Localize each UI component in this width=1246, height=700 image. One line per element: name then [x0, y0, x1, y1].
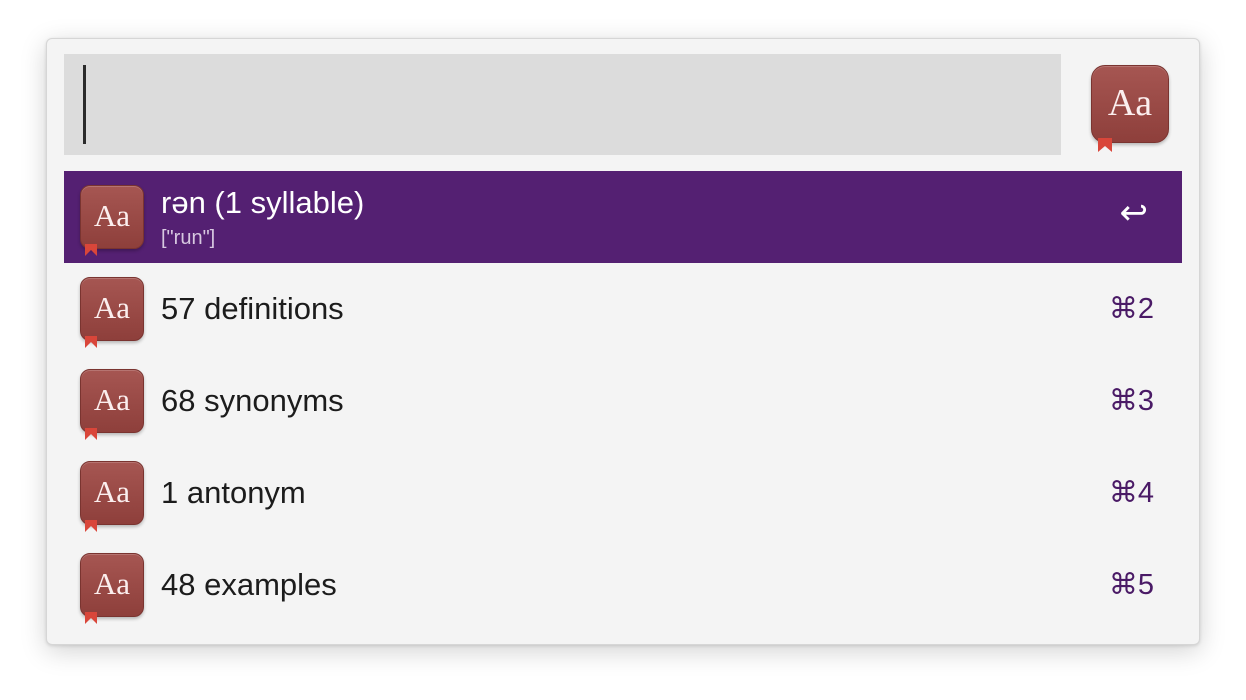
result-row-pronunciation[interactable]: Aa rən (1 syllable) ["run"] ↩ [64, 171, 1182, 263]
bookmark-ribbon-icon [85, 336, 97, 348]
result-shortcut: ⌘3 [1108, 385, 1154, 417]
text-caret [83, 65, 86, 144]
dictionary-icon-text: Aa [93, 566, 131, 601]
dictionary-icon-text: Aa [93, 290, 131, 325]
dictionary-icon: Aa [80, 369, 144, 440]
result-title: 68 synonyms [161, 383, 344, 418]
result-shortcut: ⌘5 [1108, 569, 1154, 601]
bookmark-ribbon-icon [1098, 138, 1112, 152]
dictionary-icon: Aa [80, 461, 144, 532]
search-input[interactable] [64, 54, 1061, 155]
result-title: rən (1 syllable) [161, 185, 365, 220]
result-row-definitions[interactable]: Aa 57 definitions ⌘2 [64, 263, 1182, 355]
result-title: 48 examples [161, 567, 337, 602]
dictionary-icon-text: Aa [93, 198, 131, 233]
bookmark-ribbon-icon [85, 428, 97, 440]
result-row-antonyms[interactable]: Aa 1 antonym ⌘4 [64, 447, 1182, 539]
result-row-synonyms[interactable]: Aa 68 synonyms ⌘3 [64, 355, 1182, 447]
dictionary-icon: Aa [80, 553, 144, 624]
dictionary-app-icon: Aa [1091, 65, 1169, 152]
launcher-window: Aa Aa rən (1 syllable) ["run"] ↩ Aa 57 d… [46, 38, 1200, 645]
result-row-examples[interactable]: Aa 48 examples ⌘5 [64, 539, 1182, 631]
dictionary-icon: Aa [80, 185, 144, 256]
dictionary-icon-text: Aa [93, 474, 131, 509]
result-shortcut: ⌘2 [1108, 293, 1154, 325]
bookmark-ribbon-icon [85, 612, 97, 624]
dictionary-icon-text: Aa [93, 382, 131, 417]
return-key-icon: ↩ [1119, 194, 1149, 232]
result-title: 57 definitions [161, 291, 344, 326]
result-title: 1 antonym [161, 475, 306, 510]
dictionary-icon: Aa [80, 277, 144, 348]
result-shortcut: ⌘4 [1108, 477, 1154, 509]
result-subtitle: ["run"] [161, 227, 216, 249]
app-icon-text: Aa [1107, 82, 1153, 124]
results-list: Aa rən (1 syllable) ["run"] ↩ Aa 57 defi… [64, 171, 1182, 631]
bookmark-ribbon-icon [85, 244, 97, 256]
bookmark-ribbon-icon [85, 520, 97, 532]
